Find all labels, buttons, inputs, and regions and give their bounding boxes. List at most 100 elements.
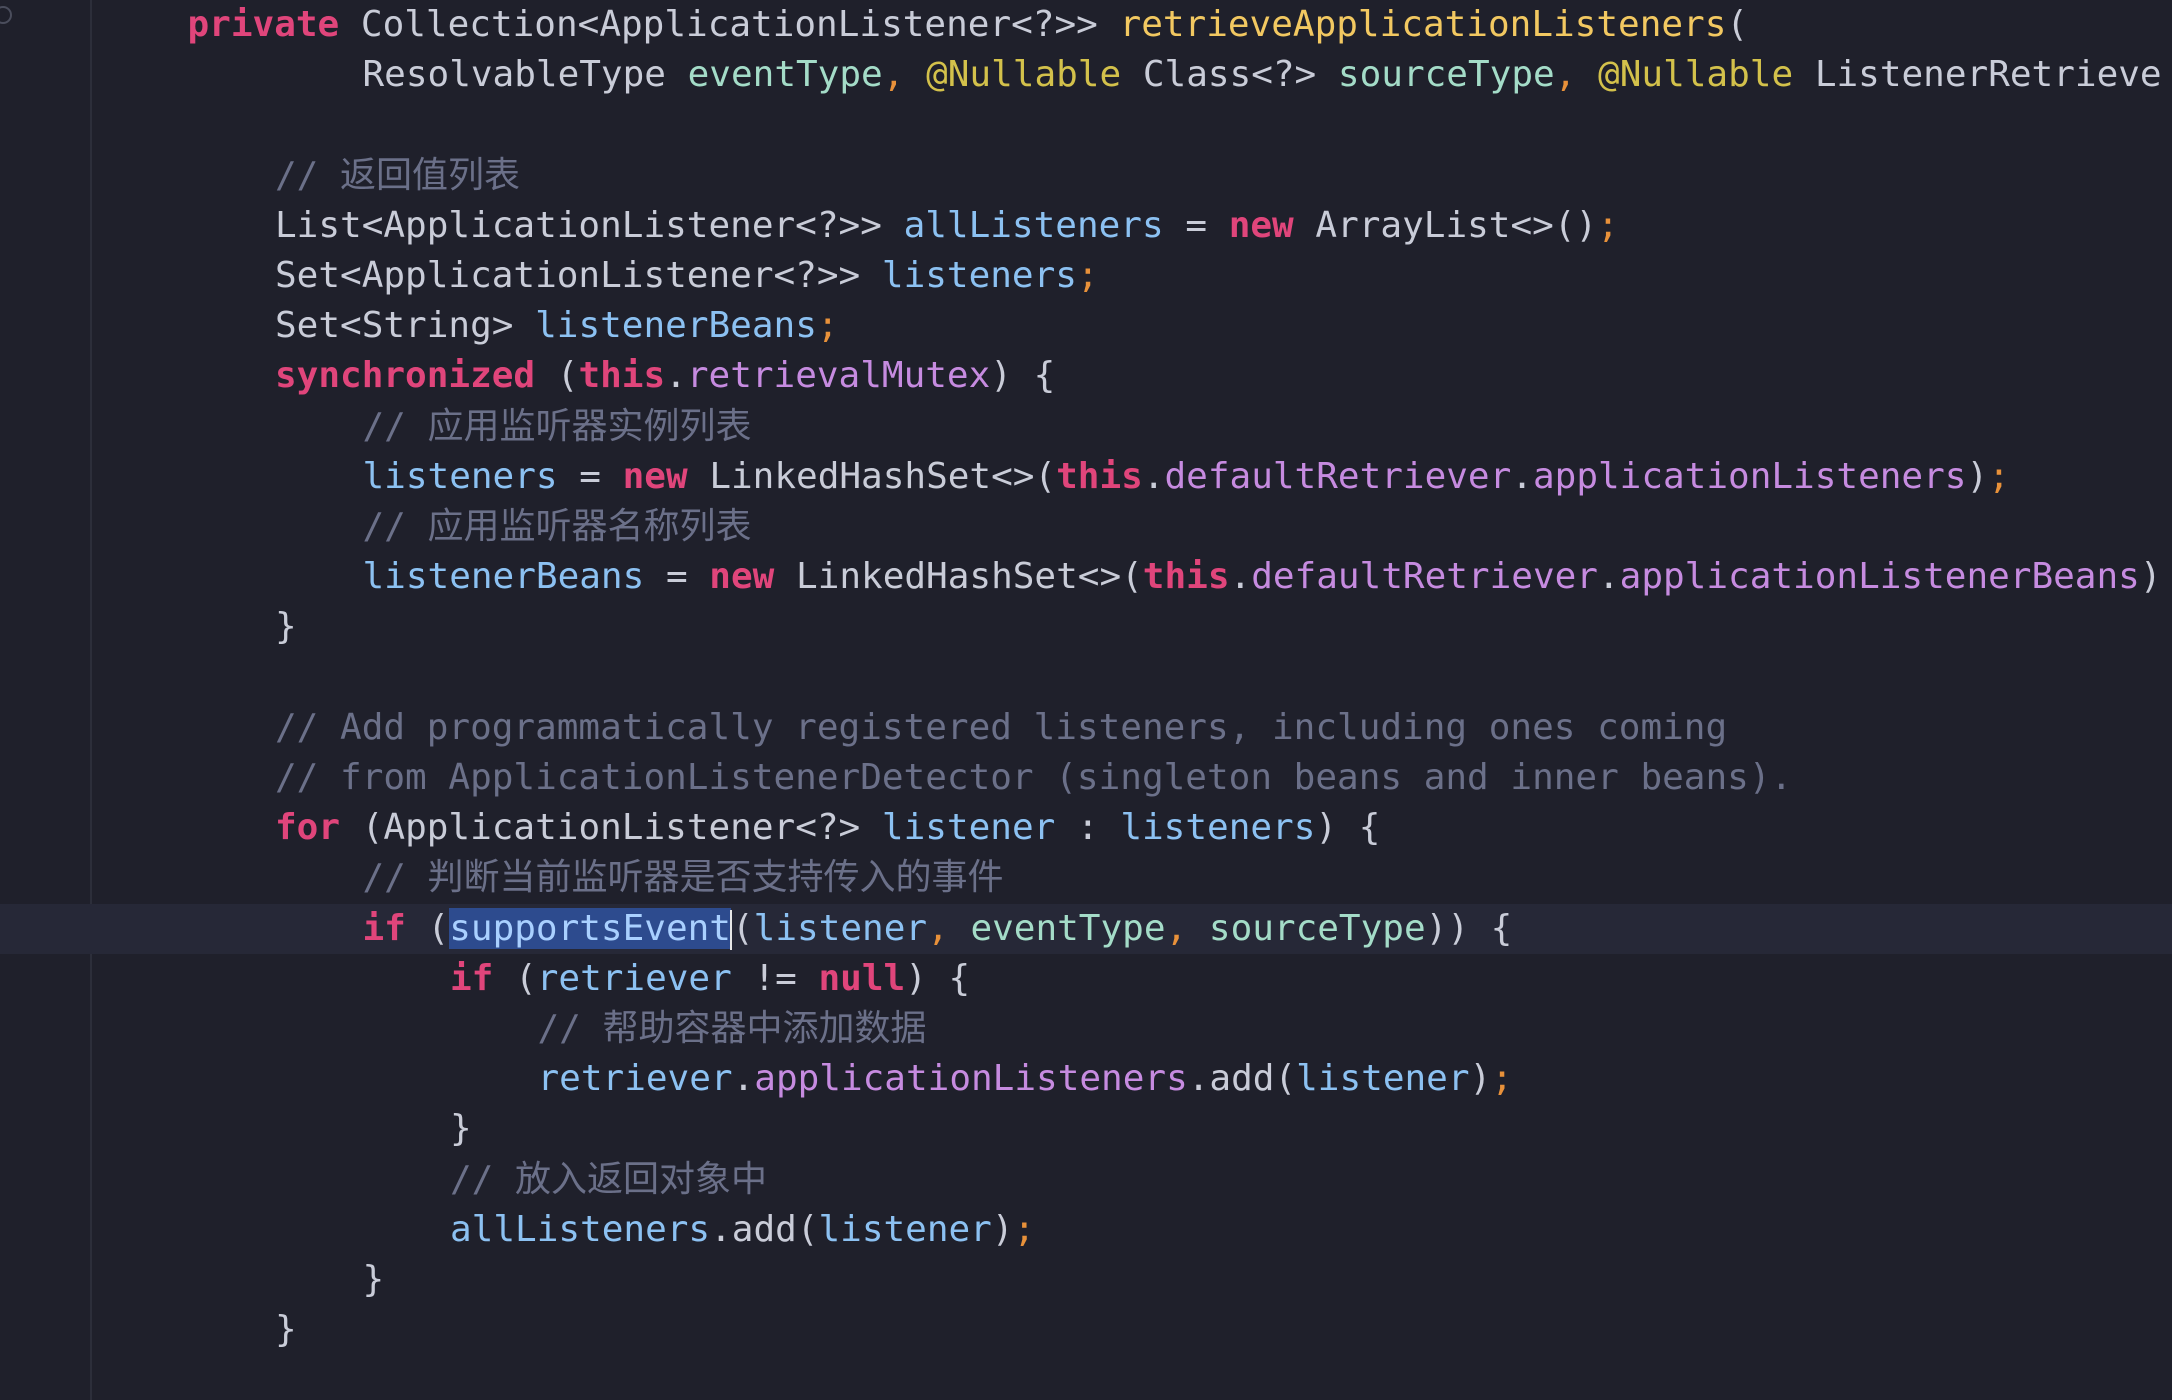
code-line-content[interactable]: for (ApplicationListener<?> listener : l… — [275, 803, 2172, 853]
code-line-content[interactable]: // 帮助容器中添加数据 — [538, 1004, 2172, 1054]
code-line[interactable]: listeners = new LinkedHashSet<>(this.def… — [0, 452, 2172, 502]
code-token: ; — [1597, 204, 1619, 246]
code-line-content[interactable]: // 应用监听器实例列表 — [363, 402, 2172, 452]
code-line-content[interactable]: } — [363, 1255, 2172, 1305]
code-line-content[interactable]: // from ApplicationListenerDetector (sin… — [275, 753, 2172, 803]
code-token: new — [622, 455, 688, 497]
code-token: this — [1142, 556, 1230, 598]
code-line[interactable]: // 应用监听器名称列表 — [0, 502, 2172, 552]
code-line-content[interactable] — [100, 100, 2172, 150]
code-token: listener — [818, 1208, 992, 1250]
code-token: // 放入返回对象中 — [450, 1158, 768, 1200]
code-token: , — [1165, 907, 1188, 949]
code-line[interactable]: Set<ApplicationListener<?>> listeners; — [0, 251, 2172, 301]
code-line-content[interactable]: private Collection<ApplicationListener<?… — [188, 0, 2172, 50]
code-line-content[interactable]: listenerBeans = new LinkedHashSet<>(this… — [363, 552, 2172, 602]
code-line[interactable]: listenerBeans = new LinkedHashSet<>(this… — [0, 552, 2172, 602]
code-token: retrievalMutex — [686, 355, 991, 397]
code-token: } — [450, 1108, 472, 1150]
code-line[interactable]: } — [0, 1104, 2172, 1154]
code-token: LinkedHashSet<>( — [796, 556, 1143, 598]
code-line-content[interactable] — [100, 653, 2172, 703]
code-token: this — [578, 355, 666, 397]
code-line-content[interactable]: retriever.applicationListeners.add(liste… — [538, 1054, 2172, 1104]
code-line-content[interactable]: synchronized (this.retrievalMutex) { — [275, 351, 2172, 401]
code-line[interactable]: } — [0, 1305, 2172, 1355]
code-token: this — [1056, 455, 1143, 497]
code-line[interactable]: if (retriever != null) { — [0, 954, 2172, 1004]
code-token: allListeners — [903, 204, 1164, 246]
code-token: ) { — [1315, 807, 1381, 849]
code-line[interactable]: } — [0, 602, 2172, 652]
code-token: : — [1055, 807, 1121, 849]
code-token: new — [1228, 204, 1294, 246]
code-token: } — [362, 1259, 385, 1300]
code-line[interactable]: allListeners.add(listener); — [0, 1205, 2172, 1255]
code-line-content[interactable]: } — [275, 602, 2172, 652]
code-token: ) { — [990, 355, 1056, 397]
code-token: . — [665, 355, 687, 397]
code-line[interactable]: // 判断当前监听器是否支持传入的事件 — [0, 853, 2172, 903]
code-token: eventType — [970, 907, 1166, 949]
code-line-content[interactable]: allListeners.add(listener); — [450, 1205, 2172, 1255]
code-token: ; — [1076, 255, 1099, 296]
code-line-content[interactable]: if (retriever != null) { — [450, 954, 2172, 1004]
code-token: for — [275, 807, 341, 849]
code-line[interactable]: Set<String> listenerBeans; — [0, 301, 2172, 351]
code-line[interactable]: // 返回值列表 — [0, 151, 2172, 201]
code-line[interactable]: // 应用监听器实例列表 — [0, 402, 2172, 452]
code-token: ResolvableType — [362, 54, 666, 96]
code-line-content[interactable]: ResolvableType eventType, @Nullable Clas… — [363, 50, 2172, 100]
code-token: @Nullable — [926, 54, 1122, 96]
code-line[interactable]: // 放入返回对象中 — [0, 1155, 2172, 1205]
code-line-content[interactable]: // 应用监听器名称列表 — [363, 502, 2172, 552]
code-line[interactable]: synchronized (this.retrievalMutex) { — [0, 351, 2172, 401]
code-line-content[interactable]: listeners = new LinkedHashSet<>(this.def… — [363, 452, 2172, 502]
code-token: Class<?> — [1142, 54, 1317, 96]
code-line-content[interactable]: // 判断当前监听器是否支持传入的事件 — [363, 853, 2172, 903]
code-line-content[interactable]: // 放入返回对象中 — [450, 1155, 2172, 1205]
code-token: = — [1163, 204, 1229, 246]
code-line-content[interactable]: } — [450, 1104, 2172, 1154]
code-token: // 应用监听器名称列表 — [362, 506, 752, 547]
code-token: Set<ApplicationListener<?>> — [275, 255, 861, 296]
code-token: LinkedHashSet<>( — [709, 455, 1057, 497]
code-line-content[interactable]: Set<String> listenerBeans; — [275, 301, 2172, 351]
code-line-content[interactable]: } — [275, 1305, 2172, 1355]
code-line[interactable]: // Add programmatically registered liste… — [0, 703, 2172, 753]
code-line-content[interactable]: if (supportsEvent(listener, eventType, s… — [363, 904, 2172, 954]
code-token: ) — [991, 1208, 1014, 1250]
code-line[interactable]: List<ApplicationListener<?>> allListener… — [0, 201, 2172, 251]
code-line[interactable]: private Collection<ApplicationListener<?… — [0, 0, 2172, 50]
code-line[interactable]: // 帮助容器中添加数据 — [0, 1004, 2172, 1054]
code-line[interactable]: ResolvableType eventType, @Nullable Clas… — [0, 50, 2172, 100]
code-token: applicationListeners — [1532, 455, 1967, 497]
code-token: sourceType — [1337, 54, 1555, 96]
code-line[interactable]: retriever.applicationListeners.add(liste… — [0, 1054, 2172, 1104]
code-line[interactable]: } — [0, 1255, 2172, 1305]
code-editor[interactable]: private Collection<ApplicationListener<?… — [0, 0, 2172, 1400]
code-token: ) — [2139, 556, 2162, 598]
code-line[interactable]: for (ApplicationListener<?> listener : l… — [0, 803, 2172, 853]
code-line-current[interactable]: if (supportsEvent(listener, eventType, s… — [0, 903, 2172, 954]
code-line[interactable] — [0, 100, 2172, 150]
code-lines[interactable]: private Collection<ApplicationListener<?… — [0, 0, 2172, 1400]
code-token: // 判断当前监听器是否支持传入的事件 — [362, 857, 1004, 899]
code-token: ; — [1988, 455, 2010, 497]
code-line[interactable] — [0, 653, 2172, 703]
code-line[interactable]: // from ApplicationListenerDetector (sin… — [0, 753, 2172, 803]
code-token: Set<String> — [275, 305, 514, 347]
code-token: retriever — [537, 1058, 733, 1100]
code-token: listenerBeans — [535, 305, 817, 347]
code-line-content[interactable]: // 返回值列表 — [275, 151, 2172, 201]
code-token: synchronized — [275, 355, 536, 397]
code-line-content[interactable]: Set<ApplicationListener<?>> listeners; — [275, 251, 2172, 301]
code-line-content[interactable]: // Add programmatically registered liste… — [275, 703, 2172, 753]
code-token: // 返回值列表 — [275, 154, 521, 196]
code-line-content[interactable]: List<ApplicationListener<?>> allListener… — [275, 201, 2172, 251]
